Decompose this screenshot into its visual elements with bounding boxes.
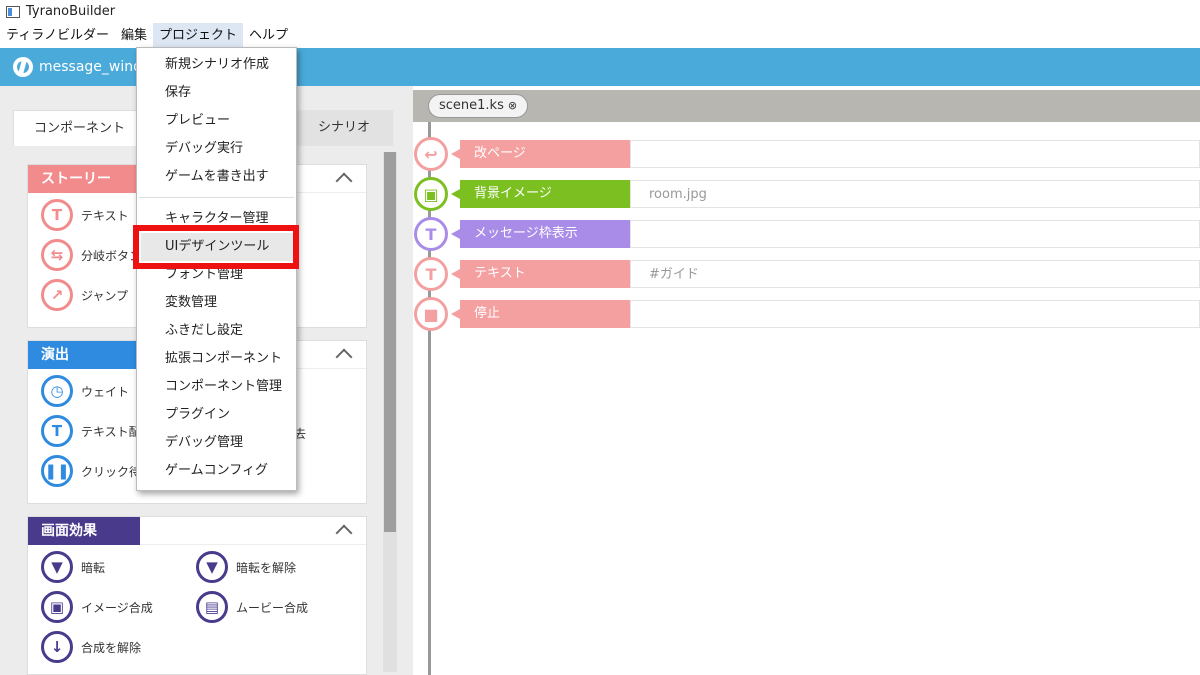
menu-item-export-game[interactable]: ゲームを書き出す [137,163,296,191]
background-image-icon: ▣ [414,177,448,211]
panel-story-title: ストーリー [28,165,138,193]
menu-item-debug-manager[interactable]: デバッグ管理 [137,429,296,457]
scenario-row-label: 改ページ [451,140,630,168]
message-window-icon: T [414,217,448,251]
scenario-row[interactable]: T テキスト #ガイド [414,257,1200,291]
chevron-up-icon[interactable] [335,524,353,542]
component-label: イメージ合成 [81,600,153,615]
component-wait[interactable]: ◷ ウェイト [41,375,129,407]
jump-icon: ↗ [41,279,73,311]
component-blackout-release[interactable]: ▼ 暗転を解除 [196,551,296,583]
menu-item-preview[interactable]: プレビュー [137,107,296,135]
scenario-row-label: テキスト [451,260,630,288]
component-text-setting[interactable]: T テキスト配 [41,415,141,447]
component-image-composite[interactable]: ▣ イメージ合成 [41,591,153,623]
component-label: テキスト配 [81,424,141,439]
blackout-icon: ▼ [41,551,73,583]
component-click-wait[interactable]: ❚❚ クリック待 [41,455,141,487]
component-label: クリック待 [81,464,142,479]
clock-icon: ◷ [41,375,73,407]
scenario-row-value[interactable] [630,140,1200,168]
close-icon[interactable]: ⊗ [508,95,517,117]
component-label: テキスト [81,208,129,223]
component-blackout[interactable]: ▼ 暗転 [41,551,105,583]
tab-components[interactable]: コンポーネント [13,110,147,146]
component-label: ジャンプ [81,288,129,303]
menu-separator [139,197,294,198]
image-icon: ▣ [41,591,73,623]
chevron-up-icon[interactable] [335,172,353,190]
menu-help[interactable]: ヘルプ [243,23,294,48]
component-composite-release[interactable]: ↓ 合成を解除 [41,631,141,663]
menu-project[interactable]: プロジェクト [152,23,243,48]
component-scrollbar[interactable] [383,152,397,672]
menu-item-game-config[interactable]: ゲームコンフィグ [137,457,296,485]
menu-item-variable-manager[interactable]: 変数管理 [137,289,296,317]
divider [400,86,413,675]
menu-edit[interactable]: 編集 [115,23,153,48]
scenario-pane: scene1.ks ⊗ ↩ 改ページ ▣ 背景イメージ room.jpg T メッセージ枠表… [400,86,1200,675]
panel-screen-title: 画面効果 [28,517,140,545]
menu-item-plugin[interactable]: プラグイン [137,401,296,429]
text-T-icon: T [414,257,448,291]
text-T-icon: T [41,199,73,231]
app-window: TyranoBuilder ティラノビルダー 編集 プロジェクト ヘルプ mes… [0,0,1200,675]
menu-item-balloon-settings[interactable]: ふきだし設定 [137,317,296,345]
scenario-row-value[interactable]: #ガイド [630,260,1200,288]
menu-item-component-manager[interactable]: コンポーネント管理 [137,373,296,401]
menu-bar: ティラノビルダー 編集 プロジェクト ヘルプ [0,23,1200,48]
scenario-row-value[interactable] [630,300,1200,328]
component-text[interactable]: T テキスト [41,199,129,231]
file-tab-scene1[interactable]: scene1.ks ⊗ [428,94,529,118]
component-label: 暗転 [81,560,106,575]
pause-icon: ❚❚ [41,455,73,487]
panel-screen-header[interactable]: 画面効果 [28,517,366,545]
text-setting-icon: T [41,415,73,447]
scenario-row[interactable]: T メッセージ枠表示 [414,217,1200,251]
project-name: message_windo [39,59,151,75]
menu-item-debug-run[interactable]: デバッグ実行 [137,135,296,163]
scenario-row-label: メッセージ枠表示 [451,220,630,248]
scenario-row[interactable]: ↩ 改ページ [414,137,1200,171]
highlight-annotation [133,225,299,269]
blackout-release-icon: ▼ [196,551,228,583]
panel-effect-title: 演出 [28,341,138,369]
file-tab-label: scene1.ks [439,98,504,113]
component-label: ムービー合成 [236,600,309,615]
file-tab-bar: scene1.ks ⊗ [413,90,1200,122]
scenario-row-label: 背景イメージ [451,180,630,208]
component-movie-composite[interactable]: ▤ ムービー合成 [196,591,308,623]
app-icon [6,5,20,18]
scenario-row[interactable]: ■ 停止 [414,297,1200,331]
film-icon: ▤ [196,591,228,623]
component-jump[interactable]: ↗ ジャンプ [41,279,128,311]
scenario-row[interactable]: ▣ 背景イメージ room.jpg [414,177,1200,211]
component-label: 暗転を解除 [236,560,297,575]
scrollbar-thumb[interactable] [384,152,396,532]
project-menu-dropdown: 新規シナリオ作成 保存 プレビュー デバッグ実行 ゲームを書き出す キャラクター管理 UIデ… [136,47,297,491]
composite-release-icon: ↓ [41,631,73,663]
menu-item-new-scenario[interactable]: 新規シナリオ作成 [137,51,296,79]
title-bar: TyranoBuilder [0,0,1200,23]
menu-item-extension-components[interactable]: 拡張コンポーネント [137,345,296,373]
branch-icon: ⇆ [41,239,73,271]
scenario-row-label: 停止 [451,300,630,328]
globe-icon[interactable] [13,57,33,77]
stop-icon: ■ [414,297,448,331]
scenario-row-value[interactable]: room.jpg [630,180,1200,208]
component-label: 分岐ボタン [81,248,142,263]
menu-tyranobuilder[interactable]: ティラノビルダー [0,23,115,48]
component-branch-button[interactable]: ⇆ 分岐ボタン [41,239,141,271]
scenario-row-value[interactable] [630,220,1200,248]
panel-screen-effect: 画面効果 ▼ 暗転 ▼ 暗転を解除 ▣ イメージ合成 ▤ ムービー合成 ↓ 合成… [27,516,367,675]
component-label: 合成を解除 [81,640,142,655]
component-label: ウェイト [81,384,130,399]
chevron-up-icon[interactable] [335,348,353,366]
tab-scenario[interactable]: シナリオ [295,110,393,146]
window-title: TyranoBuilder [26,4,116,19]
return-arrow-icon: ↩ [414,137,448,171]
menu-item-save[interactable]: 保存 [137,79,296,107]
